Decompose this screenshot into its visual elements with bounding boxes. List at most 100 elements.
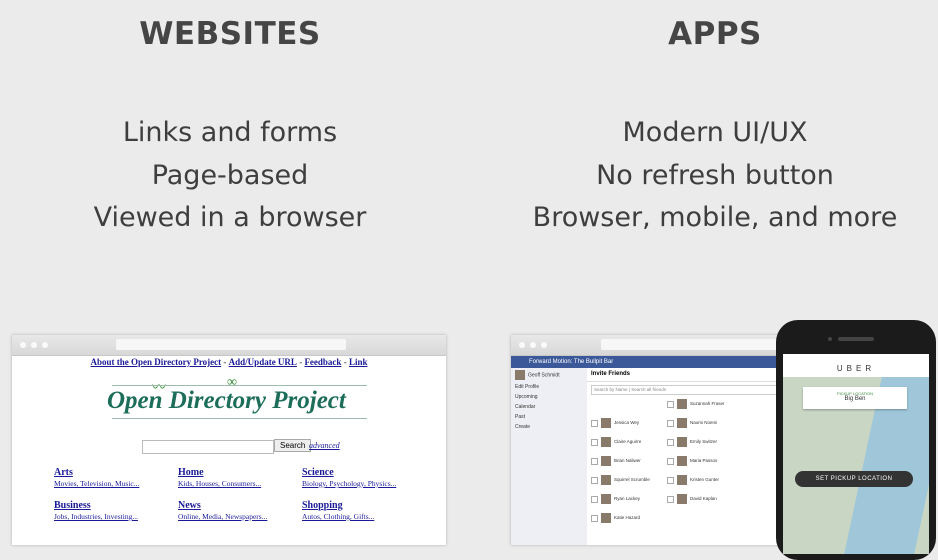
odp-category[interactable]: Science Biology, Psychology, Physics... — [302, 467, 396, 489]
avatar — [601, 456, 611, 466]
odp-category[interactable]: Arts Movies, Television, Music... — [54, 467, 139, 489]
friend-item[interactable]: Brian Naliwer — [591, 456, 641, 470]
window-dot-icon — [42, 342, 48, 348]
avatar — [601, 437, 611, 447]
checkbox[interactable] — [667, 495, 674, 503]
checkbox[interactable] — [591, 495, 598, 503]
category-title[interactable]: Shopping — [302, 500, 374, 511]
friend-item[interactable]: Claire Aguirre — [591, 437, 641, 451]
checkbox[interactable] — [667, 400, 674, 408]
odp-advanced-link[interactable]: advanced — [309, 441, 340, 450]
websites-line: Links and forms — [122, 117, 338, 148]
avatar — [601, 494, 611, 504]
friend-item[interactable]: Katie Hazard — [591, 513, 640, 527]
checkbox[interactable] — [591, 476, 598, 484]
friend-item[interactable]: Suzannah Fraser — [667, 399, 725, 413]
checkbox[interactable] — [591, 514, 598, 522]
window-dot-icon — [519, 342, 525, 348]
apps-line: Modern UI/UX — [622, 117, 808, 148]
category-title[interactable]: News — [178, 500, 267, 511]
odp-add-url-link[interactable]: Add/Update URL — [229, 357, 297, 367]
odp-category[interactable]: Business Jobs, Industries, Investing... — [54, 500, 138, 522]
checkbox[interactable] — [667, 419, 674, 427]
fb-side-item[interactable]: Upcoming — [511, 392, 587, 402]
fb-side-item[interactable]: Calendar — [511, 402, 587, 412]
odp-search-input[interactable] — [142, 440, 274, 454]
window-dot-icon — [541, 342, 547, 348]
checkbox[interactable] — [591, 438, 598, 446]
friend-item[interactable]: Naomi Noemi — [667, 418, 717, 432]
odp-search-button[interactable]: Search — [274, 439, 312, 452]
odp-logo: Open Directory Project — [107, 387, 346, 414]
window-dot-icon — [20, 342, 26, 348]
avatar — [677, 456, 687, 466]
odp-page: About the Open Directory Project - Add/U… — [12, 357, 446, 545]
category-sub[interactable]: Kids, Houses, Consumers... — [178, 478, 261, 489]
window-dot-icon — [31, 342, 37, 348]
friend-item[interactable]: Squirrel Scrumble — [591, 475, 650, 489]
category-sub[interactable]: Biology, Psychology, Physics... — [302, 478, 396, 489]
speaker-grille — [838, 337, 874, 341]
checkbox[interactable] — [667, 457, 674, 465]
pickup-place: Big Ben — [844, 396, 866, 402]
category-sub[interactable]: Autos, Clothing, Gifts... — [302, 511, 374, 522]
friend-item[interactable]: Ryan Lackey — [591, 494, 640, 508]
websites-column: WEBSITES Links and forms Page-based View… — [30, 0, 430, 240]
category-sub[interactable]: Jobs, Industries, Investing... — [54, 511, 138, 522]
friend-item[interactable]: Emily Switzer — [667, 437, 717, 451]
category-sub[interactable]: Online, Media, Newspapers... — [178, 511, 267, 522]
phone-mockup: UBER PICKUP LOCATION Big Ben SET PICKUP … — [776, 320, 936, 560]
avatar — [677, 399, 687, 409]
checkbox[interactable] — [667, 438, 674, 446]
checkbox[interactable] — [667, 476, 674, 484]
app-browser-mockup: Forward Motion: The Bullpit Bar Geoff Sc… — [511, 335, 811, 545]
category-title[interactable]: Arts — [54, 467, 139, 478]
avatar — [677, 437, 687, 447]
checkbox[interactable] — [591, 457, 598, 465]
fb-side-item[interactable]: Past — [511, 412, 587, 422]
avatar — [677, 475, 687, 485]
category-sub[interactable]: Movies, Television, Music... — [54, 478, 139, 489]
pickup-card[interactable]: PICKUP LOCATION Big Ben — [803, 387, 907, 409]
apps-heading: APPS — [668, 16, 762, 52]
window-dot-icon — [530, 342, 536, 348]
avatar — [601, 475, 611, 485]
avatar — [601, 513, 611, 523]
odp-category[interactable]: Home Kids, Houses, Consumers... — [178, 467, 261, 489]
apps-column: APPS Modern UI/UX No refresh button Brow… — [515, 0, 915, 240]
websites-heading: WEBSITES — [139, 16, 321, 52]
checkbox[interactable] — [591, 419, 598, 427]
category-title[interactable]: Home — [178, 467, 261, 478]
fb-user[interactable]: Geoff Schmidt — [511, 368, 587, 382]
websites-list: Links and forms Page-based Viewed in a b… — [30, 112, 430, 240]
odp-feedback-link[interactable]: Feedback — [304, 357, 341, 367]
friend-item[interactable]: David Kaplan — [667, 494, 717, 508]
avatar — [677, 494, 687, 504]
phone-screen: UBER PICKUP LOCATION Big Ben SET PICKUP … — [783, 354, 929, 554]
fb-side-item[interactable]: Create — [511, 422, 587, 432]
category-title[interactable]: Business — [54, 500, 138, 511]
odp-category[interactable]: News Online, Media, Newspapers... — [178, 500, 267, 522]
avatar — [677, 418, 687, 428]
friend-item[interactable]: Jessica Wey — [591, 418, 639, 432]
uber-brand: UBER — [836, 364, 876, 373]
url-bar[interactable] — [116, 339, 346, 350]
map[interactable]: PICKUP LOCATION Big Ben SET PICKUP LOCAT… — [783, 377, 929, 554]
fb-sidebar: Geoff Schmidt Edit Profile Upcoming Cale… — [511, 368, 587, 545]
apps-list: Modern UI/UX No refresh button Browser, … — [515, 112, 915, 240]
url-bar[interactable] — [601, 339, 801, 350]
status-bar — [783, 354, 929, 362]
camera-icon — [828, 337, 832, 341]
odp-about-link[interactable]: About the Open Directory Project — [91, 357, 222, 367]
odp-category[interactable]: Shopping Autos, Clothing, Gifts... — [302, 500, 374, 522]
odp-rule — [112, 385, 367, 386]
fb-edit-profile[interactable]: Edit Profile — [511, 382, 587, 392]
avatar — [515, 370, 525, 380]
odp-rule — [112, 418, 367, 419]
friend-item[interactable]: Maria Passos — [667, 456, 717, 470]
category-title[interactable]: Science — [302, 467, 396, 478]
set-pickup-button[interactable]: SET PICKUP LOCATION — [795, 471, 913, 487]
website-browser-mockup: About the Open Directory Project - Add/U… — [12, 335, 446, 545]
odp-link-link[interactable]: Link — [349, 357, 368, 367]
friend-item[interactable]: Kristen Gunter — [667, 475, 719, 489]
